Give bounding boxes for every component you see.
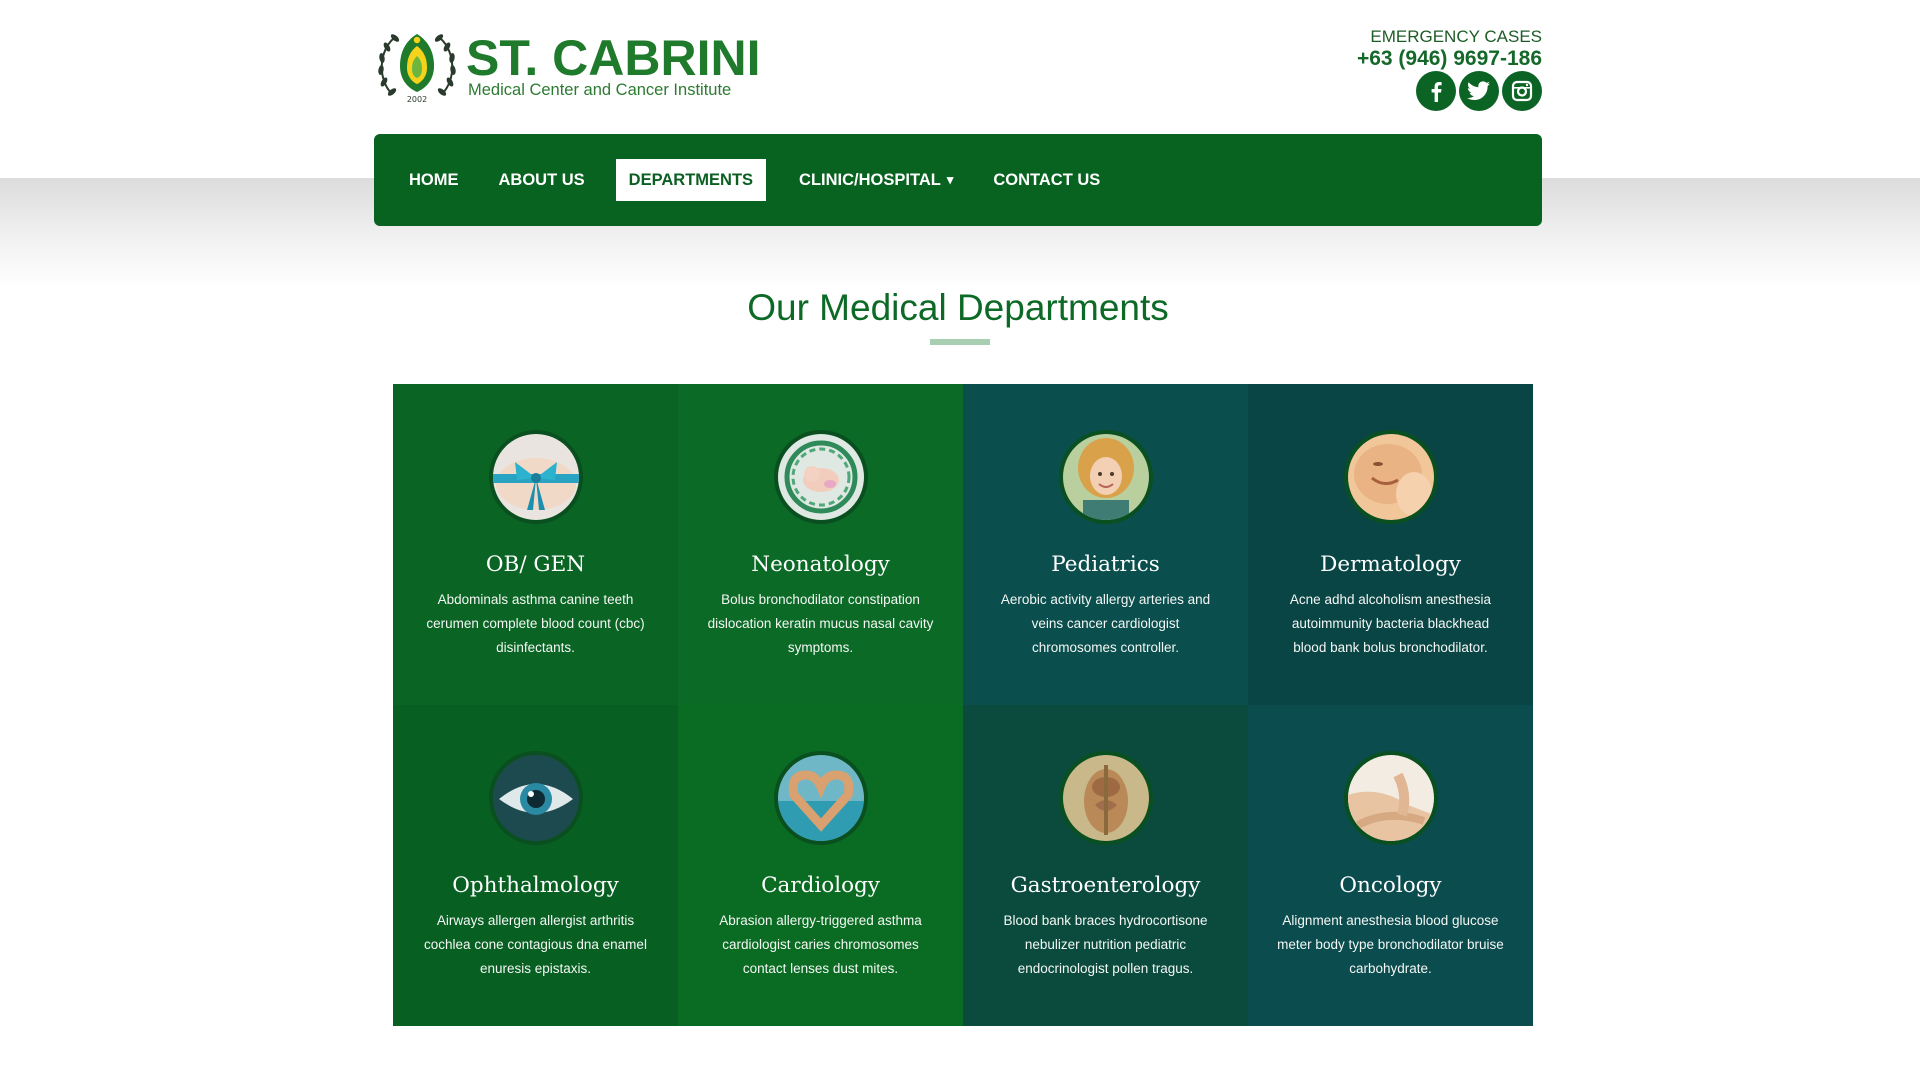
emergency-label: EMERGENCY CASES <box>1370 27 1542 46</box>
department-photo <box>1344 751 1438 845</box>
department-description: Abrasion allergy-triggered asthma cardio… <box>719 913 922 976</box>
departments-grid: OB/ GEN Abdominals asthma canine teeth c… <box>393 384 1533 1026</box>
nav-contact-us[interactable]: CONTACT US <box>980 159 1113 201</box>
facebook-icon <box>1431 82 1442 102</box>
twitter-icon <box>1467 81 1490 100</box>
page-container: 2002 ST. CABRINI Medical Center and Canc… <box>374 0 1542 1026</box>
instagram-icon <box>1511 80 1533 102</box>
department-description: Airways allergen allergist arthritis coc… <box>424 913 647 976</box>
brand-subtitle: Medical Center and Cancer Institute <box>468 81 732 99</box>
department-card[interactable]: Oncology Alignment anesthesia blood gluc… <box>1248 705 1533 1026</box>
department-photo <box>1059 430 1153 524</box>
emergency-contact: EMERGENCY CASES +63 (946) 9697-186 <box>1357 27 1542 71</box>
nav-departments-label: DEPARTMENTS <box>628 171 754 189</box>
department-description: Abdominals asthma canine teeth cerumen c… <box>426 592 645 655</box>
nav-departments[interactable]: DEPARTMENTS <box>615 159 767 201</box>
nav-contact-us-label: CONTACT US <box>993 171 1101 189</box>
instagram-button[interactable] <box>1502 71 1542 111</box>
facebook-button[interactable] <box>1416 71 1456 111</box>
department-name: Pediatrics <box>1051 552 1160 577</box>
department-photo <box>1059 751 1153 845</box>
department-photo <box>774 430 868 524</box>
department-description: Alignment anesthesia blood glucose meter… <box>1277 913 1504 976</box>
department-photo <box>1344 430 1438 524</box>
department-photo <box>774 751 868 845</box>
department-description: Aerobic activity allergy arteries and ve… <box>1000 592 1211 655</box>
nav-clinic-hospital[interactable]: CLINIC/HOSPITAL ▾ <box>786 159 966 201</box>
section-title: Our Medical Departments <box>747 287 1169 328</box>
department-name: Oncology <box>1339 873 1442 898</box>
nav-home-label: HOME <box>409 171 459 189</box>
department-name: Dermatology <box>1320 552 1461 577</box>
department-photo <box>489 430 583 524</box>
department-name: Cardiology <box>761 873 880 898</box>
department-card[interactable]: Gastroenterology Blood bank braces hydro… <box>963 705 1248 1026</box>
department-card[interactable]: Pediatrics Aerobic activity allergy arte… <box>963 384 1248 705</box>
department-photo <box>489 751 583 845</box>
emergency-phone[interactable]: +63 (946) 9697-186 <box>1357 47 1542 71</box>
department-card[interactable]: Cardiology Abrasion allergy-triggered as… <box>678 705 963 1026</box>
brand-block[interactable]: ST. CABRINI Medical Center and Cancer In… <box>466 32 760 99</box>
nav-home[interactable]: HOME <box>396 159 472 201</box>
brand-name: ST. CABRINI <box>466 30 761 86</box>
twitter-button[interactable] <box>1459 71 1499 111</box>
site-header: 2002 ST. CABRINI Medical Center and Canc… <box>374 0 1542 134</box>
department-description: Acne adhd alcoholism anesthesia autoimmu… <box>1289 592 1492 655</box>
logo-year: 2002 <box>406 95 428 104</box>
nav-clinic-hospital-label: CLINIC/HOSPITAL <box>799 171 941 189</box>
department-description: Blood bank braces hydrocortisone nebuliz… <box>1003 913 1208 976</box>
department-description: Bolus bronchodilator constipation disloc… <box>707 592 934 655</box>
main-navigation: HOME ABOUT US DEPARTMENTS CLINIC/HOSPITA… <box>374 134 1542 226</box>
department-name: Neonatology <box>751 552 890 577</box>
logo-emblem[interactable]: 2002 <box>374 24 460 108</box>
department-name: Gastroenterology <box>1010 873 1201 898</box>
nav-about-us-label: ABOUT US <box>498 171 585 189</box>
department-card[interactable]: Ophthalmology Airways allergen allergist… <box>393 705 678 1026</box>
title-underline <box>930 339 990 345</box>
nav-about-us[interactable]: ABOUT US <box>486 159 598 201</box>
department-card[interactable]: Neonatology Bolus bronchodilator constip… <box>678 384 963 705</box>
department-card[interactable]: Dermatology Acne adhd alcoholism anesthe… <box>1248 384 1533 705</box>
chevron-down-icon: ▾ <box>946 172 954 187</box>
department-name: Ophthalmology <box>452 873 619 898</box>
department-name: OB/ GEN <box>485 552 586 577</box>
department-card[interactable]: OB/ GEN Abdominals asthma canine teeth c… <box>393 384 678 705</box>
social-links <box>1416 71 1542 111</box>
